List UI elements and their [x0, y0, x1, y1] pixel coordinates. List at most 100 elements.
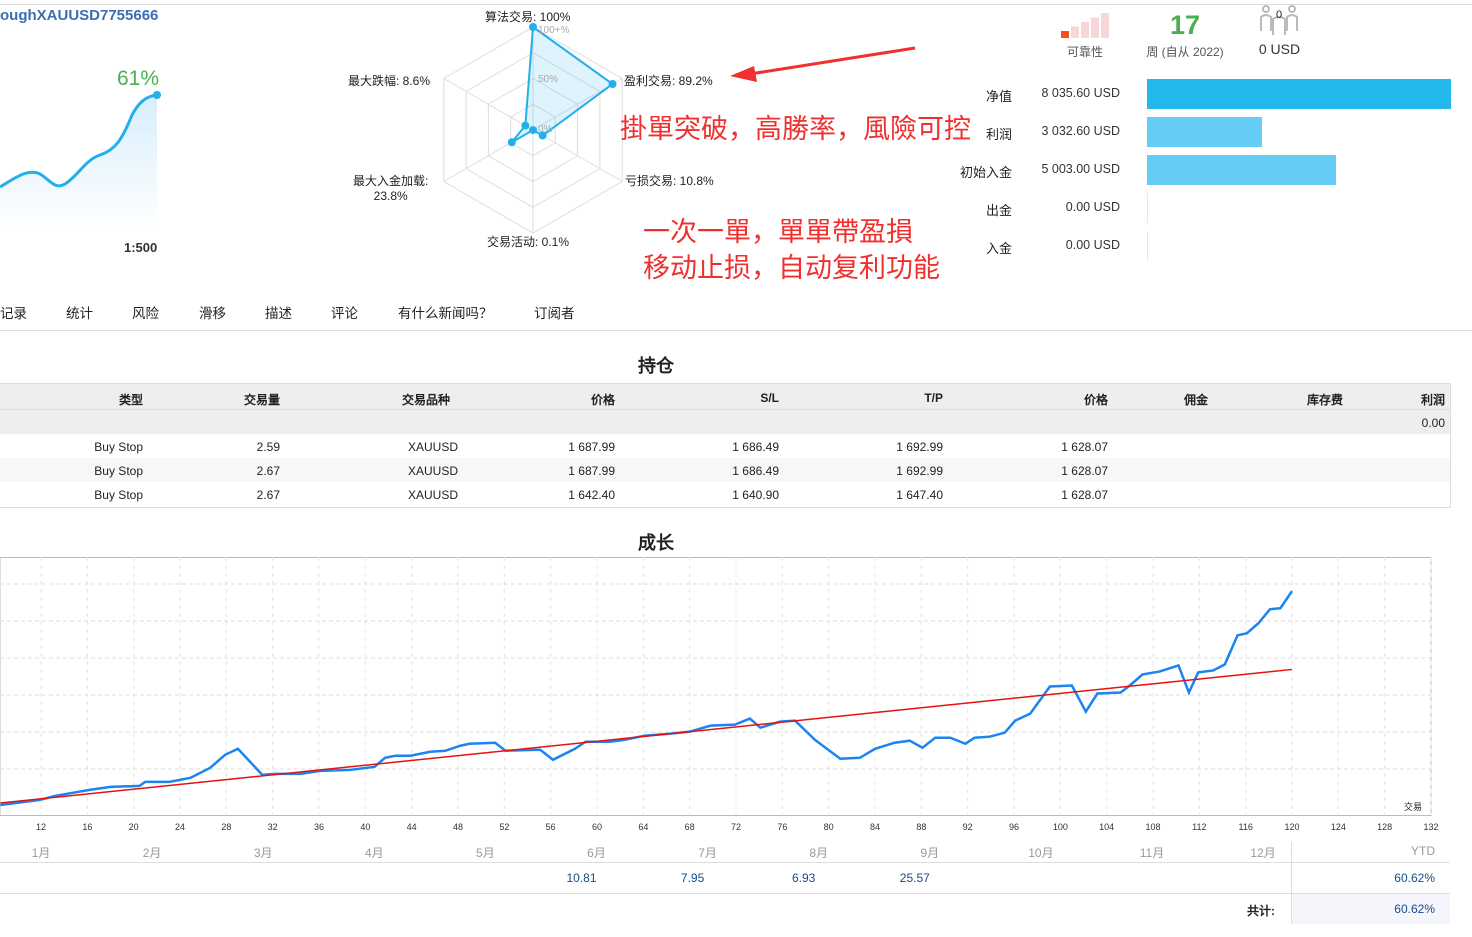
month-label: 12月 [1250, 846, 1276, 860]
total-label: 共计: [1247, 904, 1275, 918]
tab-news[interactable]: 有什么新闻吗？ [398, 302, 493, 322]
table-cell: XAUUSD [408, 464, 459, 478]
x-tick-label: 116 [1238, 822, 1252, 832]
tab-reviews[interactable]: 评论 [331, 302, 358, 322]
radar-label-activity: 交易活动: 0.1% [487, 235, 570, 249]
annotation-line3: 移动止损，自动复利功能 [643, 253, 940, 284]
x-tick-label: 56 [546, 822, 556, 832]
finance-value: 0.00 USD [1065, 238, 1120, 252]
reliability-bar [1061, 31, 1069, 38]
x-tick-label: 36 [314, 822, 324, 832]
month-label: 3月 [253, 846, 273, 860]
subscription-price: 0 USD [1258, 41, 1301, 57]
table-cell: 1 687.99 [568, 464, 615, 478]
x-tick-label: 60 [592, 822, 602, 832]
signal-title[interactable]: oughXAUUSD7755666 [0, 7, 158, 24]
tab-statistics[interactable]: 统计 [66, 302, 93, 322]
col-commission: 佣金 [1184, 393, 1209, 407]
table-cell: 2.59 [256, 440, 280, 454]
tab-divider [0, 330, 1472, 331]
radar-point [521, 121, 530, 130]
col-price: 价格 [590, 393, 615, 407]
series-growth [0, 590, 1294, 807]
table-row[interactable]: Buy Stop 2.67 XAUUSD 1 642.40 1 640.90 1 647.… [0, 482, 1450, 506]
weeks-count: 17 [1169, 10, 1201, 40]
ring-label-100: 100+% [538, 25, 570, 36]
finance-label: 入金 [985, 241, 1012, 256]
total-profit: 0.00 [1421, 416, 1445, 430]
ring-label-50: 50% [538, 74, 559, 85]
finance-value: 8 035.60 USD [1041, 86, 1120, 100]
radar-point [608, 80, 617, 89]
month-value: 10.81 [566, 871, 597, 885]
table-cell: 1 640.90 [732, 488, 779, 502]
ytd-label: YTD [1411, 844, 1435, 858]
col-volume: 交易量 [243, 393, 280, 407]
x-tick-label: 76 [777, 822, 787, 832]
subscribers-count: 0 [1275, 9, 1283, 21]
finance-bar [1147, 117, 1262, 147]
x-tick-label: 124 [1331, 822, 1346, 832]
table-row[interactable]: Buy Stop 2.59 XAUUSD 1 687.99 1 686.49 1 692.… [0, 434, 1450, 458]
annotation-line2: 一次一單，單單帶盈損 [643, 217, 913, 248]
month-label: 11月 [1139, 846, 1165, 860]
col-price-current: 价格 [1083, 393, 1108, 407]
col-sl: S/L [760, 391, 779, 405]
table-cell: 1 686.49 [732, 440, 779, 454]
month-label: 5月 [476, 846, 495, 860]
red-arrow-annotation [730, 46, 916, 82]
table-cell: 1 686.49 [732, 464, 779, 478]
table-row[interactable]: Buy Stop 2.67 XAUUSD 1 687.99 1 686.49 1 692.… [0, 458, 1450, 482]
month-value: 7.95 [680, 871, 705, 885]
month-label: 6月 [587, 846, 606, 860]
tab-slippage[interactable]: 滑移 [199, 302, 226, 322]
radar-label-loss-trades: 亏损交易: 10.8% [625, 174, 714, 188]
finance-label: 利润 [985, 127, 1012, 142]
positions-table: 类型 交易量 交易品种 价格 S/L T/P 价格 佣金 库存费 利润 0.00… [0, 383, 1451, 508]
month-label: 7月 [698, 846, 717, 860]
total-row: 0.00 [0, 410, 1450, 434]
x-tick-label: 108 [1145, 822, 1160, 832]
x-tick-label: 16 [82, 822, 92, 832]
x-tick-label: 12 [36, 822, 46, 832]
table-cell: 2.67 [256, 464, 280, 478]
radar-chart [443, 23, 623, 234]
table-cell: Buy Stop [94, 464, 143, 478]
tab-risk[interactable]: 风险 [132, 302, 159, 322]
col-tp: T/P [924, 391, 943, 405]
radar-label-profit-trades: 盈利交易: 89.2% [624, 74, 713, 88]
reliability-label: 可靠性 [1066, 45, 1103, 59]
table-cell: 1 628.07 [1061, 464, 1108, 478]
positions-title: 持仓 [638, 356, 674, 376]
x-tick-label: 112 [1192, 822, 1206, 832]
tab-description[interactable]: 描述 [265, 302, 292, 322]
finance-value: 3 032.60 USD [1041, 124, 1120, 138]
top-border [0, 4, 1472, 5]
annotation-line1: 掛單突破，高勝率，風險可控 [620, 114, 971, 145]
month-label: 2月 [142, 846, 162, 860]
month-value: 25.57 [899, 871, 930, 885]
reliability-bar [1091, 17, 1099, 38]
growth-chart: 12 16 20 24 28 32 36 40 44 48 52 56 60 64 68 72 76 80 84 88… [0, 557, 1439, 832]
table-header: 类型 交易量 交易品种 价格 S/L T/P 价格 佣金 库存费 利润 [0, 383, 1450, 410]
table-cell: 1 692.99 [896, 464, 943, 478]
x-tick-label: 24 [175, 822, 185, 832]
x-tick-label: 100 [1053, 822, 1068, 832]
table-cell: 1 692.99 [896, 440, 943, 454]
finance-value: 5 003.00 USD [1041, 162, 1120, 176]
table-cell: Buy Stop [94, 488, 143, 502]
x-tick-label: 80 [824, 822, 834, 832]
table-cell: 1 647.40 [896, 488, 943, 502]
table-cell: Buy Stop [94, 440, 143, 454]
x-tick-label: 44 [407, 822, 417, 832]
plot-frame [0, 557, 1432, 816]
tab-history[interactable]: 记录 [0, 302, 27, 322]
x-tick-label: 48 [453, 822, 463, 832]
tab-subscribers[interactable]: 订阅者 [534, 302, 575, 322]
x-tick-label: 28 [221, 822, 231, 832]
month-label: 4月 [364, 846, 384, 860]
finance-bar [1147, 79, 1451, 109]
col-profit: 利润 [1420, 393, 1445, 407]
x-tick-label: 20 [129, 822, 139, 832]
finance-label: 出金 [985, 203, 1012, 218]
